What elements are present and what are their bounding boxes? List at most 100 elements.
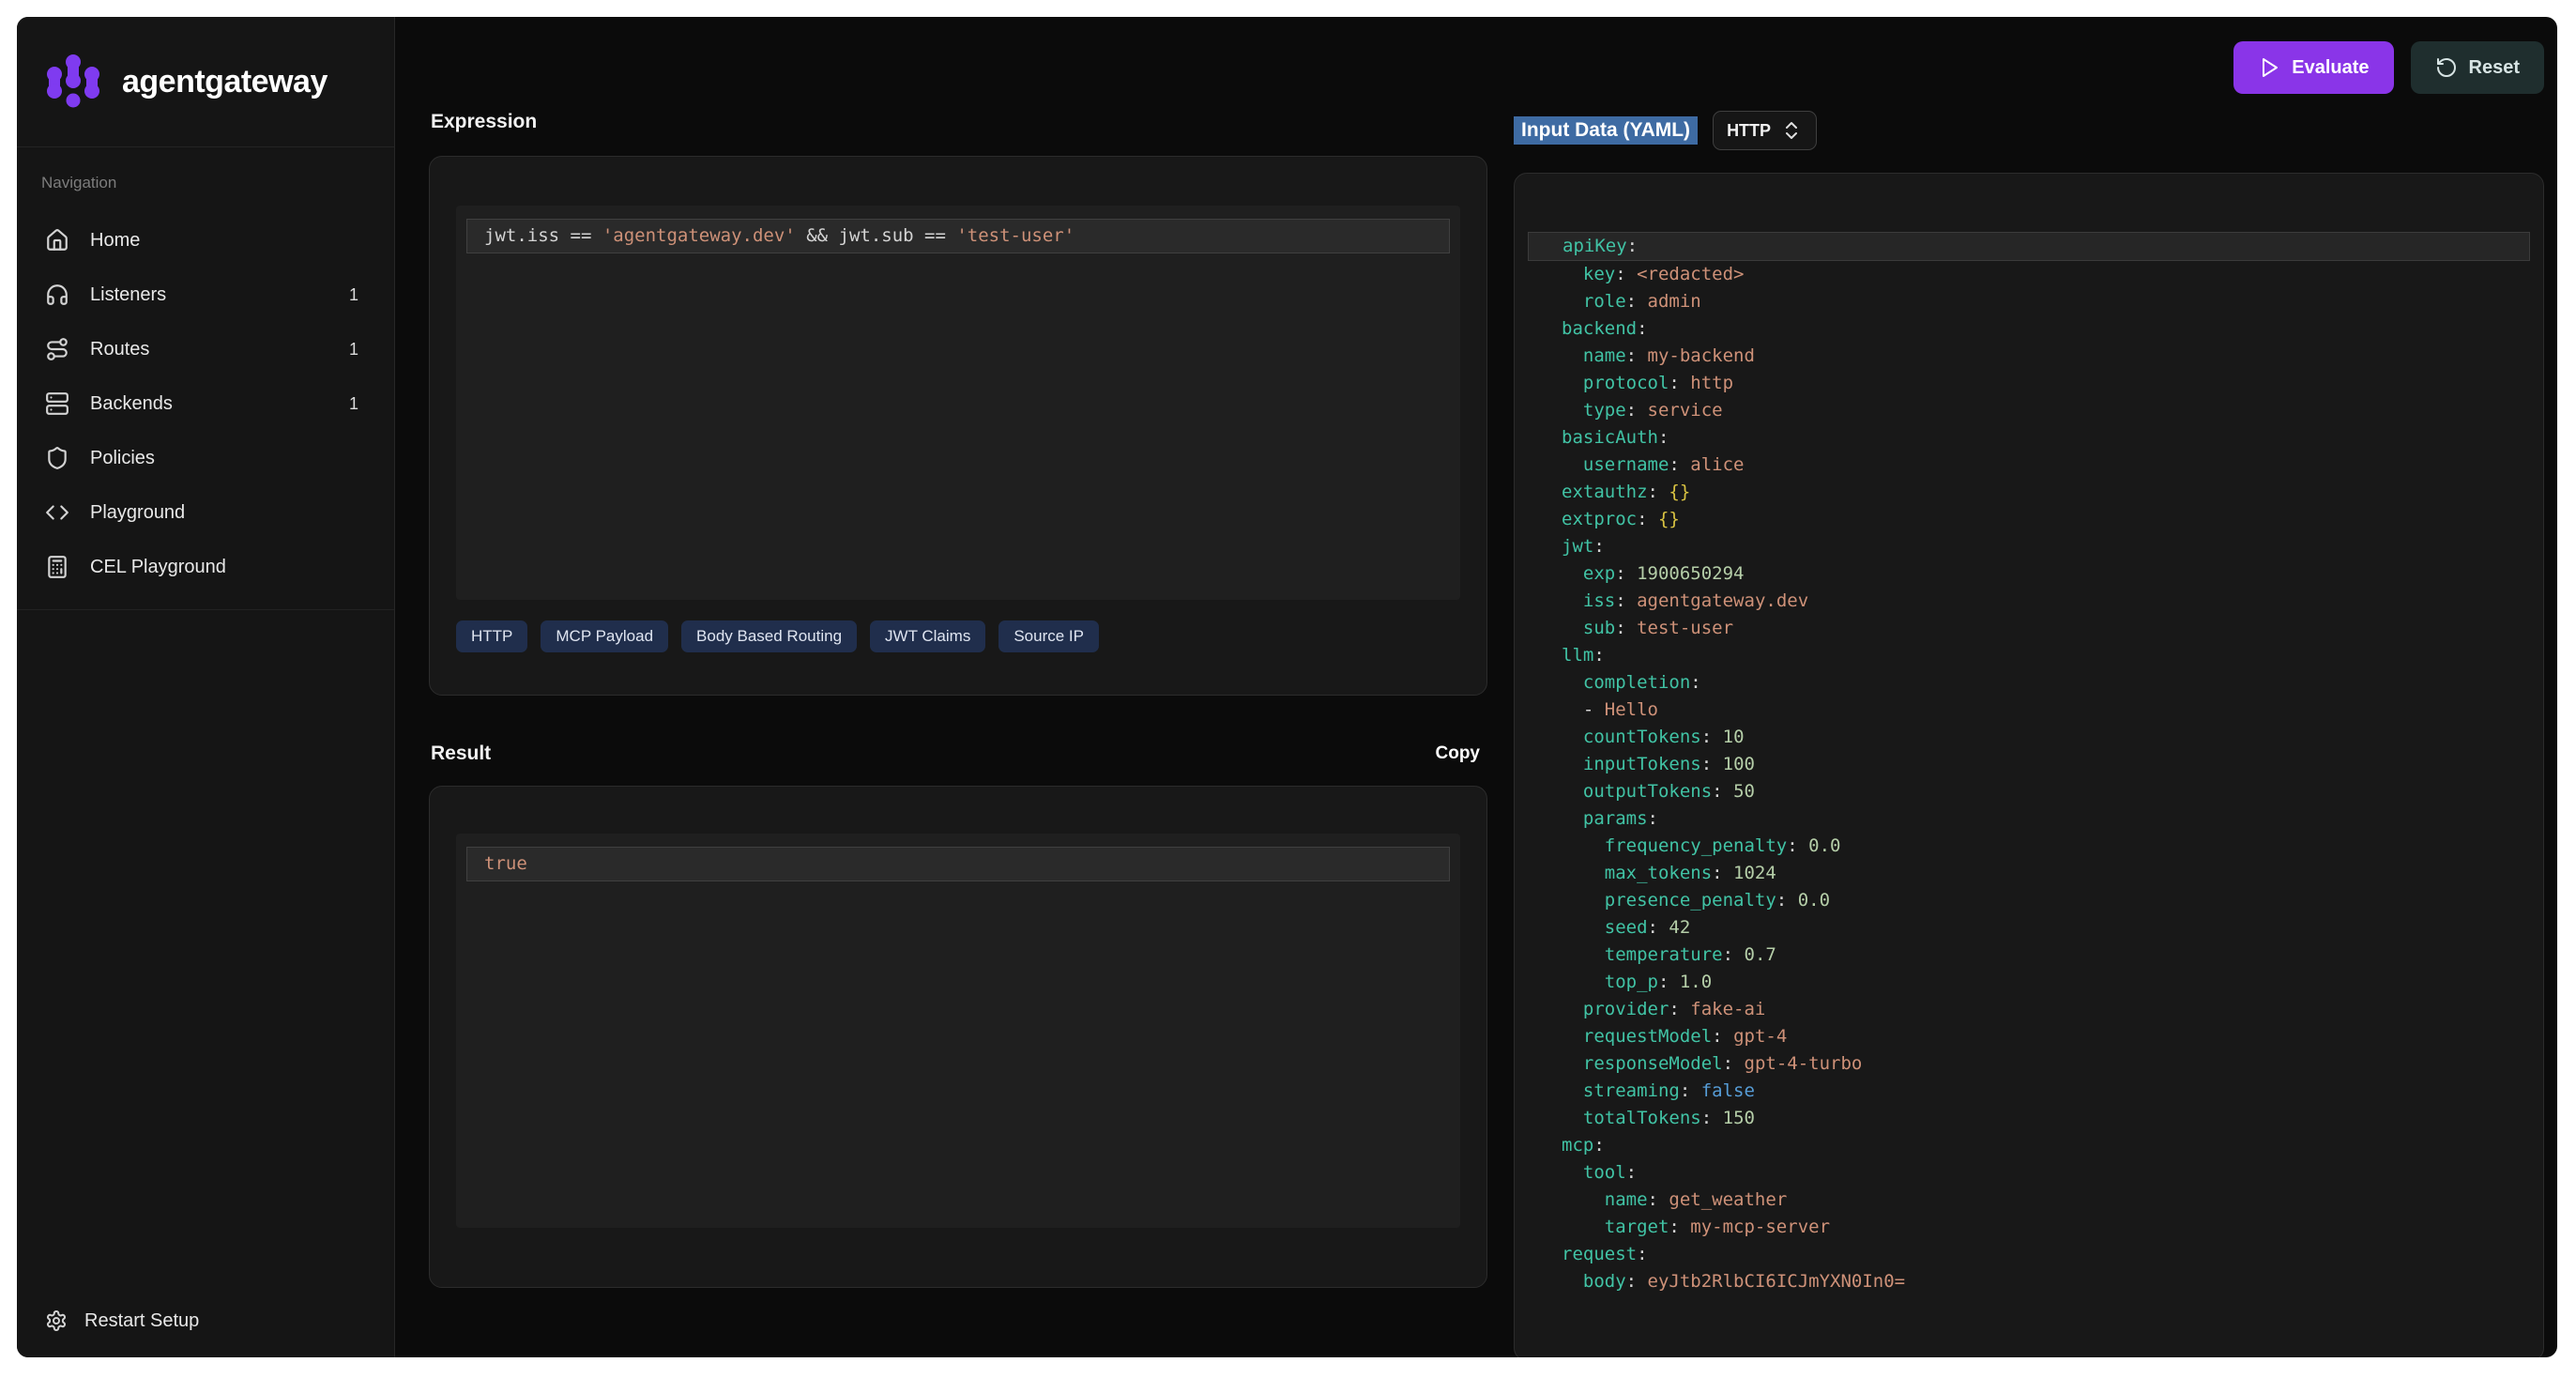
yaml-line: request:: [1515, 1241, 2543, 1268]
yaml-line: params:: [1515, 805, 2543, 833]
home-icon: [45, 228, 69, 253]
yaml-line: seed: 42: [1515, 914, 2543, 942]
yaml-line: key: <redacted>: [1515, 261, 2543, 288]
preset-jwt-claims[interactable]: JWT Claims: [870, 620, 985, 652]
input-data-header-row: Input Data (YAML) HTTP: [1514, 111, 2544, 150]
headphones-icon: [45, 283, 69, 307]
sidebar-item-label: Home: [90, 230, 140, 252]
yaml-line: inputTokens: 100: [1515, 751, 2543, 778]
yaml-line: extproc: {}: [1515, 506, 2543, 533]
yaml-line: body: eyJtb2RlbCI6ICJmYXN0In0=: [1515, 1268, 2543, 1295]
yaml-line: max_tokens: 1024: [1515, 860, 2543, 887]
yaml-line: temperature: 0.7: [1515, 942, 2543, 969]
code-icon: [45, 500, 69, 525]
yaml-line: protocol: http: [1515, 370, 2543, 397]
yaml-line: type: service: [1515, 397, 2543, 424]
yaml-card: apiKey: key: <redacted> role: adminbacke…: [1514, 173, 2544, 1357]
app-window: agentgateway Navigation HomeListeners1Ro…: [17, 17, 2557, 1357]
preset-mcp-payload[interactable]: MCP Payload: [541, 620, 668, 652]
yaml-line: responseModel: gpt-4-turbo: [1515, 1050, 2543, 1078]
yaml-line: backend:: [1515, 315, 2543, 343]
server-icon: [45, 391, 69, 416]
result-card: true: [429, 786, 1487, 1288]
rotate-ccw-icon: [2435, 56, 2458, 79]
preset-http[interactable]: HTTP: [456, 620, 527, 652]
yaml-line: exp: 1900650294: [1515, 560, 2543, 588]
sidebar-item-label: Listeners: [90, 284, 166, 306]
yaml-line: streaming: false: [1515, 1078, 2543, 1105]
topbar: Evaluate Reset: [429, 41, 2544, 94]
yaml-line: completion:: [1515, 669, 2543, 697]
screenshot-frame: agentgateway Navigation HomeListeners1Ro…: [0, 0, 2576, 1378]
result-output[interactable]: true: [456, 834, 1460, 1228]
result-value: true: [484, 853, 527, 874]
sidebar-spacer: [17, 610, 394, 1284]
reset-button[interactable]: Reset: [2411, 41, 2544, 94]
right-column: Input Data (YAML) HTTP apiKey: key: <red…: [1514, 105, 2544, 1357]
content-grid: Expression jwt.iss == 'agentgateway.dev'…: [429, 105, 2544, 1357]
sidebar-item-playground[interactable]: Playground: [41, 485, 370, 540]
result-header-row: Result Copy: [431, 743, 1486, 765]
nav-section-label: Navigation: [41, 174, 370, 192]
sidebar-item-routes[interactable]: Routes 1: [41, 322, 370, 376]
expression-heading: Expression: [431, 111, 1487, 133]
gear-icon: [45, 1309, 68, 1332]
agentgateway-logo-icon: [43, 52, 103, 112]
yaml-line: llm:: [1515, 642, 2543, 669]
input-data-heading: Input Data (YAML): [1514, 116, 1698, 145]
sidebar-nav: Navigation Home Listeners1 Routes 1 Backends…: [17, 147, 394, 610]
input-type-value: HTTP: [1727, 121, 1771, 141]
yaml-line: mcp:: [1515, 1132, 2543, 1159]
shield-icon: [45, 446, 69, 470]
yaml-line: name: my-backend: [1515, 343, 2543, 370]
yaml-line: basicAuth:: [1515, 424, 2543, 452]
evaluate-button[interactable]: Evaluate: [2233, 41, 2393, 94]
sidebar-item-label: CEL Playground: [90, 557, 226, 578]
sidebar: agentgateway Navigation HomeListeners1Ro…: [17, 17, 395, 1357]
sidebar-item-home[interactable]: Home: [41, 213, 370, 268]
route-icon: [45, 337, 69, 361]
sidebar-item-backends[interactable]: Backends1: [41, 376, 370, 431]
sidebar-item-cel-playground[interactable]: CEL Playground: [41, 540, 370, 594]
yaml-line: sub: test-user: [1515, 615, 2543, 642]
preset-chips: HTTP MCP Payload Body Based Routing JWT Cla…: [456, 620, 1460, 652]
sidebar-item-label: Policies: [90, 448, 155, 469]
yaml-line: - Hello: [1515, 697, 2543, 724]
sidebar-item-listeners[interactable]: Listeners1: [41, 268, 370, 322]
sidebar-item-label: Backends: [90, 393, 173, 415]
yaml-line: jwt:: [1515, 533, 2543, 560]
yaml-line: requestModel: gpt-4: [1515, 1023, 2543, 1050]
result-heading: Result: [431, 743, 491, 765]
yaml-line: frequency_penalty: 0.0: [1515, 833, 2543, 860]
yaml-editor[interactable]: apiKey: key: <redacted> role: adminbacke…: [1515, 232, 2543, 1295]
yaml-line: top_p: 1.0: [1515, 969, 2543, 996]
yaml-line: totalTokens: 150: [1515, 1105, 2543, 1132]
expression-editor[interactable]: jwt.iss == 'agentgateway.dev' && jwt.sub…: [456, 206, 1460, 600]
expression-card: jwt.iss == 'agentgateway.dev' && jwt.sub…: [429, 156, 1487, 696]
count-badge: 1: [349, 340, 366, 360]
expression-code-line: jwt.iss == 'agentgateway.dev' && jwt.sub…: [466, 219, 1450, 253]
calculator-icon: [45, 555, 69, 579]
left-column: Expression jwt.iss == 'agentgateway.dev'…: [429, 105, 1487, 1288]
app-logo[interactable]: agentgateway: [17, 17, 394, 147]
yaml-line: extauthz: {}: [1515, 479, 2543, 506]
yaml-line: name: get_weather: [1515, 1187, 2543, 1214]
sidebar-item-policies[interactable]: Policies: [41, 431, 370, 485]
restart-setup-button[interactable]: Restart Setup: [17, 1284, 394, 1357]
copy-button[interactable]: Copy: [1430, 743, 1486, 765]
input-type-select[interactable]: HTTP: [1713, 111, 1817, 150]
yaml-line: username: alice: [1515, 452, 2543, 479]
restart-setup-label: Restart Setup: [84, 1310, 199, 1332]
chevrons-up-down-icon: [1780, 119, 1803, 142]
yaml-line: countTokens: 10: [1515, 724, 2543, 751]
yaml-line: role: admin: [1515, 288, 2543, 315]
yaml-line: presence_penalty: 0.0: [1515, 887, 2543, 914]
yaml-line: provider: fake-ai: [1515, 996, 2543, 1023]
main-content: Evaluate Reset Expression jwt.iss == 'ag…: [395, 17, 2557, 1357]
app-title: agentgateway: [122, 64, 328, 100]
sidebar-item-label: Routes: [90, 339, 149, 360]
result-code-line: true: [466, 847, 1450, 881]
preset-body-based-routing[interactable]: Body Based Routing: [681, 620, 857, 652]
nav-items: Home Listeners1 Routes 1 Backends1 Policies Pl…: [41, 213, 370, 594]
preset-source-ip[interactable]: Source IP: [998, 620, 1099, 652]
